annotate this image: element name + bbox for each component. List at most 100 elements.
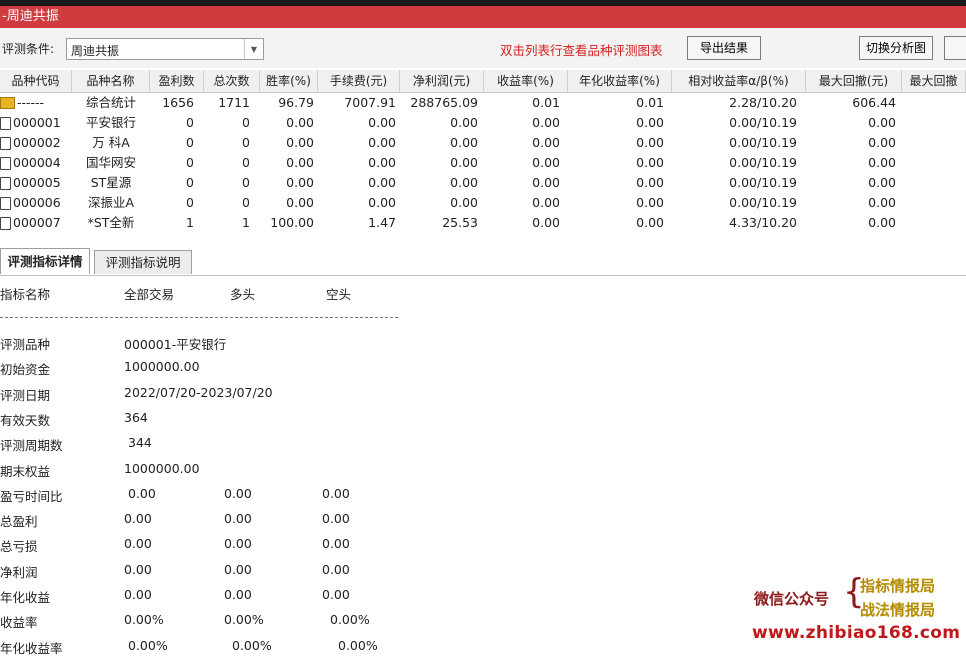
- cell-code-text: 000006: [13, 195, 61, 210]
- cell-fee: 1.47: [368, 215, 396, 230]
- cell-win: 0.00: [286, 135, 314, 150]
- column-header[interactable]: 年化收益率(%): [568, 70, 672, 92]
- cell-relative: 4.33/10.20: [729, 215, 797, 230]
- column-header[interactable]: 最大回撤(元): [806, 70, 902, 92]
- detail-long: 0.00: [224, 587, 252, 602]
- cell-ret: 0.00: [532, 195, 560, 210]
- cell-fee: 0.00: [368, 175, 396, 190]
- cell-ret: 0.00: [532, 215, 560, 230]
- column-header[interactable]: 品种代码: [0, 70, 72, 92]
- cell-net: 0.00: [450, 135, 478, 150]
- cell-code: 000006: [0, 193, 72, 213]
- column-header[interactable]: 净利润(元): [400, 70, 484, 92]
- detail-label: 总盈利: [0, 514, 38, 530]
- cell-net: 288765.09: [410, 95, 478, 110]
- cell-code: 000004: [0, 153, 72, 173]
- detail-all: 2022/07/20-2023/07/20: [124, 384, 273, 400]
- detail-label: 年化收益率: [0, 640, 63, 656]
- detail-label: 盈亏时间比: [0, 488, 63, 504]
- extra-button[interactable]: [944, 36, 966, 60]
- detail-short: 0.00%: [338, 637, 378, 653]
- window-title: -周迪共振: [0, 6, 966, 28]
- column-header[interactable]: 手续费(元): [318, 70, 400, 92]
- column-header[interactable]: 品种名称: [72, 70, 150, 92]
- tab-metric-explanation[interactable]: 评测指标说明: [94, 250, 192, 274]
- cell-win: 96.79: [278, 95, 314, 110]
- condition-label: 评测条件:: [2, 42, 55, 56]
- cell-code-text: 000001: [13, 115, 61, 130]
- detail-short: 0.00: [322, 587, 350, 602]
- cell-total: 0: [242, 195, 250, 210]
- table-row[interactable]: 000006 深振业A 0 0 0.00 0.00 0.00 0.00 0.00 0.00/10.…: [0, 193, 966, 213]
- cell-name: 国华网安: [85, 155, 136, 170]
- cell-net: 0.00: [450, 195, 478, 210]
- detail-long: 0.00: [224, 485, 252, 501]
- cell-annual: 0.00: [636, 155, 664, 170]
- tab-metric-details[interactable]: 评测指标详情: [0, 248, 90, 274]
- cell-total: 0: [242, 135, 250, 150]
- document-icon: [0, 176, 11, 190]
- table-row[interactable]: ------ 综合统计 1656 1711 96.79 7007.91 288765.09 0…: [0, 93, 966, 113]
- cell-ret: 0.00: [532, 135, 560, 150]
- cell-total: 1: [242, 215, 250, 230]
- tab-bar: 评测指标详情 评测指标说明: [0, 245, 966, 276]
- column-header[interactable]: 盈利数: [150, 70, 204, 92]
- detail-all: 0.00: [124, 561, 152, 577]
- cell-profit: 0: [186, 135, 194, 150]
- detail-all: 1000000.00: [124, 460, 200, 476]
- cell-code: 000005: [0, 173, 72, 193]
- watermark-url: www.zhibiao168.com: [752, 623, 961, 643]
- detail-label: 总亏损: [0, 539, 38, 555]
- cell-win: 0.00: [286, 115, 314, 130]
- column-header[interactable]: 相对收益率α/β(%): [672, 70, 806, 92]
- export-button[interactable]: 导出结果: [687, 36, 761, 60]
- cell-profit: 0: [186, 175, 194, 190]
- cell-annual: 0.00: [636, 135, 664, 150]
- detail-all: 344: [128, 435, 152, 451]
- chevron-down-icon[interactable]: ▼: [244, 39, 263, 59]
- detail-all: 0.00%: [124, 612, 164, 628]
- column-header[interactable]: 最大回撤: [902, 70, 966, 92]
- cell-code: 000002: [0, 133, 72, 153]
- cell-relative: 2.28/10.20: [729, 95, 797, 110]
- column-header[interactable]: 总次数: [204, 70, 260, 92]
- column-header[interactable]: 胜率(%): [260, 70, 318, 92]
- document-icon: [0, 156, 11, 170]
- switch-chart-button[interactable]: 切换分析图: [859, 36, 933, 60]
- detail-short: 0.00: [322, 561, 350, 577]
- detail-all: 000001-平安银行: [124, 337, 227, 352]
- detail-long: 0.00: [224, 536, 252, 552]
- cell-annual: 0.00: [636, 115, 664, 130]
- document-icon: [0, 116, 11, 130]
- detail-header-long: 多头: [230, 287, 256, 302]
- cell-code-text: 000007: [13, 215, 61, 230]
- cell-ret: 0.00: [532, 155, 560, 170]
- results-table: 品种代码 品种名称 盈利数 总次数 胜率(%) 手续费(元) 净利润(元) 收益率(%) 年化收…: [0, 70, 966, 240]
- detail-long: 0.00: [224, 511, 252, 527]
- cell-relative: 0.00/10.19: [729, 155, 797, 170]
- detail-label: 初始资金: [0, 362, 51, 378]
- cell-annual: 0.01: [636, 95, 664, 110]
- table-row[interactable]: 000005 ST星源 0 0 0.00 0.00 0.00 0.00 0.00 0.00/10.…: [0, 173, 966, 193]
- table-row[interactable]: 000004 国华网安 0 0 0.00 0.00 0.00 0.00 0.00 0.00/10.…: [0, 153, 966, 173]
- cell-ret: 0.01: [532, 95, 560, 110]
- table-row[interactable]: 000007 *ST全新 1 1 100.00 1.47 25.53 0.00 0.00 4.33…: [0, 213, 966, 233]
- cell-total: 1711: [218, 95, 250, 110]
- cell-fee: 0.00: [368, 195, 396, 210]
- cell-annual: 0.00: [636, 195, 664, 210]
- cell-net: 0.00: [450, 115, 478, 130]
- detail-all: 0.00: [124, 587, 152, 602]
- detail-label: 评测品种: [0, 337, 51, 352]
- cell-drawdown: 606.44: [852, 95, 896, 110]
- detail-short: 0.00: [322, 536, 350, 552]
- cell-code-text: 000004: [13, 155, 61, 170]
- detail-all: 0.00%: [128, 637, 168, 653]
- cell-drawdown: 0.00: [868, 215, 896, 230]
- cell-ret: 0.00: [532, 175, 560, 190]
- table-row[interactable]: 000002 万 科A 0 0 0.00 0.00 0.00 0.00 0.00 0.00/10.…: [0, 133, 966, 153]
- cell-relative: 0.00/10.19: [729, 135, 797, 150]
- watermark-line1: 指标情报局: [860, 577, 936, 595]
- table-row[interactable]: 000001 平安银行 0 0 0.00 0.00 0.00 0.00 0.00 0.00/10.…: [0, 113, 966, 133]
- condition-select[interactable]: 周迪共振 ▼: [66, 38, 264, 60]
- column-header[interactable]: 收益率(%): [484, 70, 568, 92]
